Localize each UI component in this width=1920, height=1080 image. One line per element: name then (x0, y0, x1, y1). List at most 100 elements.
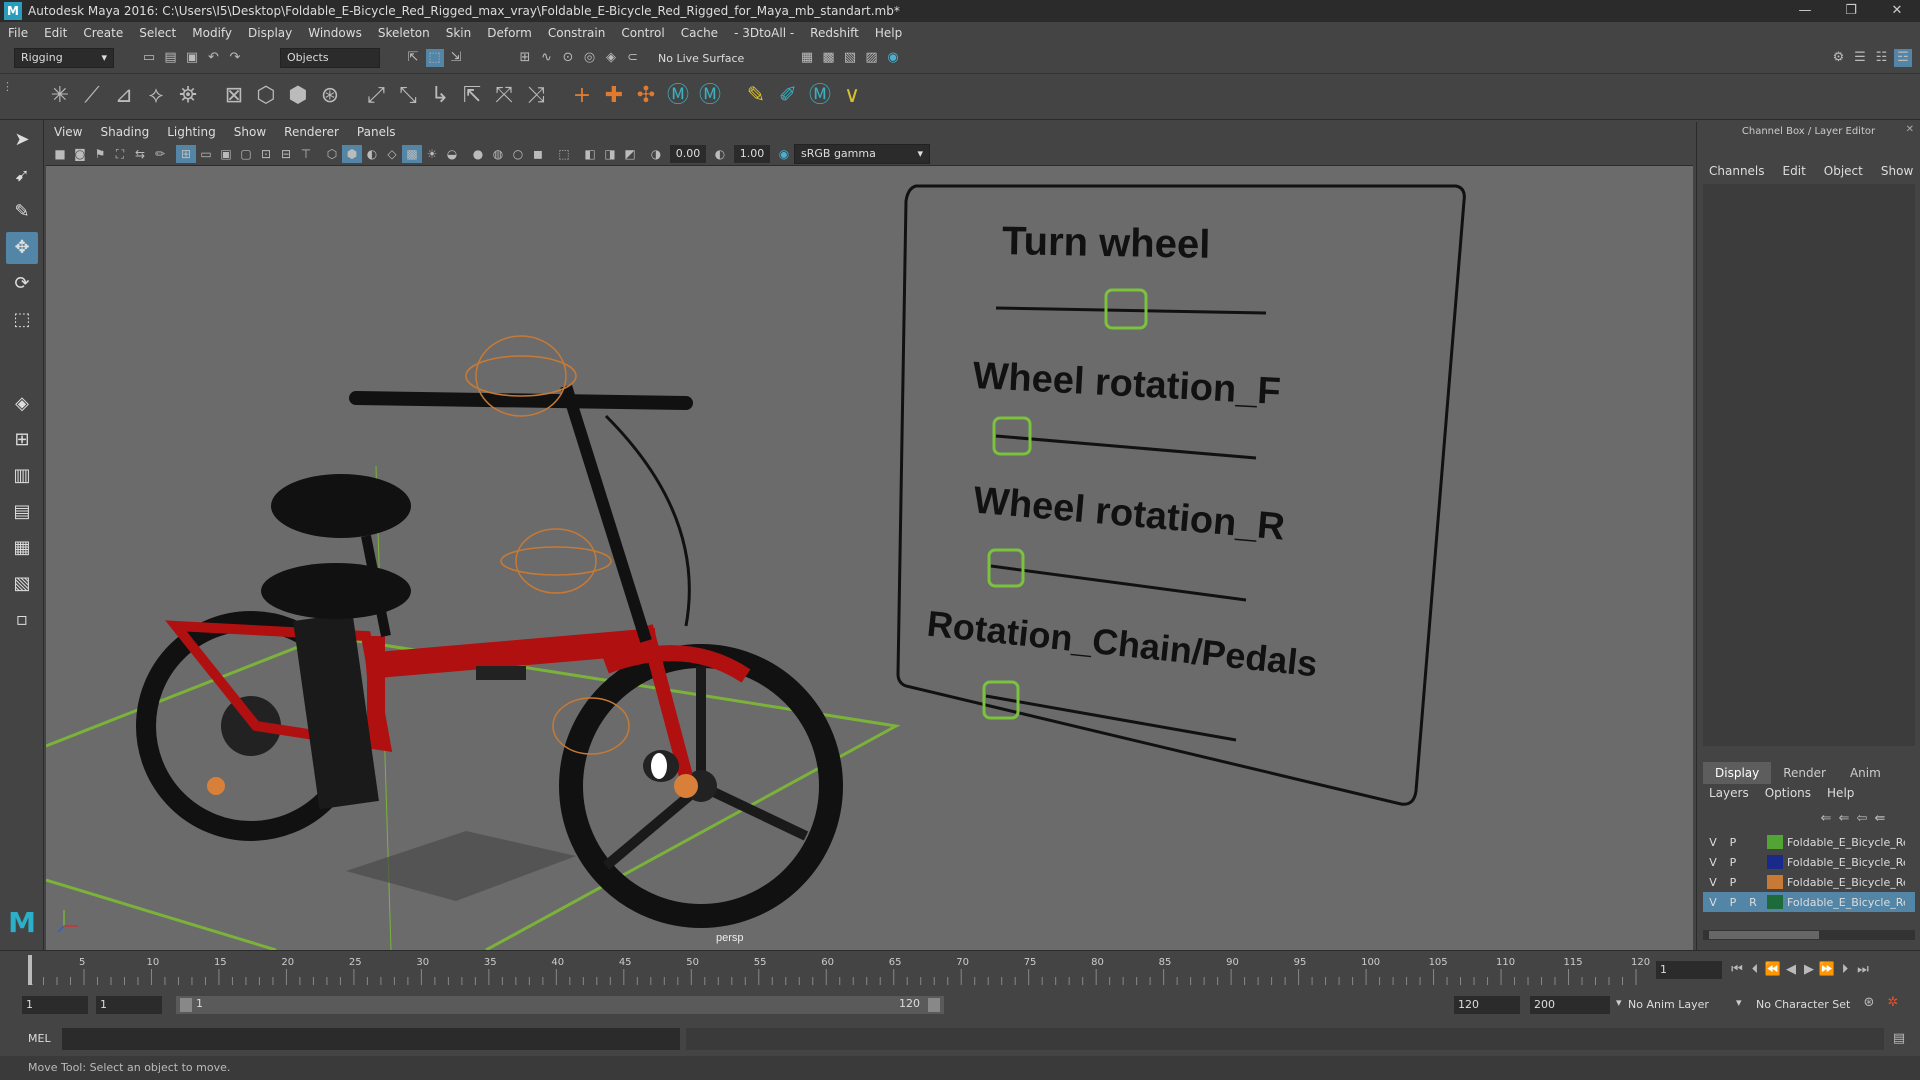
field-chart-icon[interactable]: ⊡ (256, 145, 276, 163)
maya-m3-icon[interactable]: Ⓜ (804, 80, 836, 112)
menu-file[interactable]: File (8, 26, 28, 40)
menu-create[interactable]: Create (83, 26, 123, 40)
paint-weights-icon[interactable]: ✎ (740, 80, 772, 112)
shadows-icon[interactable]: ◒ (442, 145, 462, 163)
time-slider[interactable]: 1510152025303540455055606570758085909510… (0, 950, 1920, 990)
scene-start-field[interactable]: 1 (22, 996, 88, 1014)
undo-icon[interactable]: ↶ (205, 49, 223, 67)
2d-pan-icon[interactable]: ⇆ (130, 145, 150, 163)
camera-attributes-icon[interactable]: ◙ (70, 145, 90, 163)
minimize-button[interactable]: — (1782, 0, 1828, 22)
step-back-frame-icon[interactable]: ⏴ (1746, 961, 1764, 979)
locator-icon[interactable]: + (566, 80, 598, 112)
layer-row[interactable]: V P Foldable_E_Bicycle_Red (1703, 872, 1915, 892)
paint-select-icon[interactable]: ✎ (6, 196, 38, 228)
menu-3dtoall[interactable]: - 3DtoAll - (734, 26, 794, 40)
pole-vector-icon[interactable]: ⤨ (520, 80, 552, 112)
tool-settings-icon[interactable]: ☷ (1873, 49, 1891, 67)
character-set-dropdown-icon[interactable]: ▾ (1736, 996, 1742, 1009)
ik-spline-icon[interactable]: ⟡ (140, 80, 172, 112)
channel-box-icon[interactable]: ☲ (1894, 49, 1912, 67)
exposure-field[interactable]: 0.00 (670, 144, 706, 163)
lattice-icon[interactable]: ⬢ (282, 80, 314, 112)
select-tool-icon[interactable]: ➤ (6, 124, 38, 156)
layer-scroll-thumb[interactable] (1709, 931, 1819, 939)
playback-end-field[interactable]: 120 (1454, 996, 1520, 1014)
select-hierarchy-icon[interactable]: ⇱ (404, 49, 422, 67)
layer-row[interactable]: V P Foldable_E_Bicycle_Red (1703, 832, 1915, 852)
hik-icon[interactable]: ⛯ (172, 80, 204, 112)
move-layer-down-icon[interactable]: ⇐ (1835, 810, 1853, 828)
playback-start-field[interactable]: 1 (96, 996, 162, 1014)
play-forward-icon[interactable]: ▶ (1800, 961, 1818, 979)
select-object-icon[interactable]: ⬚ (425, 49, 444, 67)
persp-graph-icon[interactable]: ▤ (6, 496, 38, 528)
bookmark-icon[interactable]: ⚑ (90, 145, 110, 163)
image-plane-icon[interactable]: ⛶ (110, 145, 130, 163)
maya-m2-icon[interactable]: Ⓜ (694, 80, 726, 112)
panel-close-icon[interactable]: ✕ (1906, 124, 1914, 135)
range-end-handle[interactable] (928, 998, 940, 1012)
use-all-lights-icon[interactable]: ☀ (422, 145, 442, 163)
move-tool-icon[interactable]: ✥ (6, 232, 38, 264)
restore-button[interactable]: ❐ (1828, 0, 1874, 22)
new-scene-icon[interactable]: ▭ (140, 49, 158, 67)
attribute-editor-icon[interactable]: ☰ (1851, 49, 1869, 67)
smooth-shade-icon[interactable]: ⬢ (342, 144, 362, 163)
anim-layer-label[interactable]: No Anim Layer (1628, 998, 1709, 1011)
layer-playback-toggle[interactable]: P (1723, 836, 1743, 849)
channel-menu-edit[interactable]: Edit (1783, 164, 1806, 178)
character-set-label[interactable]: No Character Set (1756, 998, 1850, 1011)
grease-pencil-icon[interactable]: ✏ (150, 145, 170, 163)
menu-modify[interactable]: Modify (192, 26, 232, 40)
depth-of-field-icon[interactable]: ◼ (528, 145, 548, 163)
menu-edit[interactable]: Edit (44, 26, 67, 40)
layer-color-swatch[interactable] (1767, 875, 1783, 889)
scale-tool-icon[interactable]: ⬚ (6, 304, 38, 336)
scale-constraint-icon[interactable]: ⇱ (456, 80, 488, 112)
isolate-select-icon[interactable]: ⬚ (554, 145, 574, 163)
tab-display[interactable]: Display (1703, 762, 1772, 784)
range-start-handle[interactable] (180, 998, 192, 1012)
layout-more-icon[interactable]: ▫ (6, 604, 38, 636)
layer-menu-options[interactable]: Options (1765, 786, 1811, 800)
menu-display[interactable]: Display (248, 26, 292, 40)
snap-view-icon[interactable]: ◎ (581, 49, 599, 67)
tab-anim[interactable]: Anim (1838, 762, 1893, 784)
viewport-menu-renderer[interactable]: Renderer (284, 125, 339, 139)
script-editor-icon[interactable]: ▤ (1890, 1030, 1908, 1048)
layer-row[interactable]: V P R Foldable_E_Bicycle_Red (1703, 892, 1915, 912)
persp-outliner-icon[interactable]: ▥ (6, 460, 38, 492)
close-button[interactable]: ✕ (1874, 0, 1920, 22)
menu-constrain[interactable]: Constrain (548, 26, 606, 40)
viewport-menu-show[interactable]: Show (234, 125, 266, 139)
step-forward-frame-icon[interactable]: ⏵ (1836, 961, 1854, 979)
ambient-occlusion-icon[interactable]: ● (468, 145, 488, 163)
layer-name[interactable]: Foldable_E_Bicycle_Red (1787, 836, 1905, 849)
move-layer-up-icon[interactable]: ⇐ (1817, 810, 1835, 828)
parent-constraint-icon[interactable]: ⤧ (488, 80, 520, 112)
snap-surface-icon[interactable]: ◈ (602, 49, 620, 67)
layer-name[interactable]: Foldable_E_Bicycle_Red (1787, 876, 1905, 889)
persp-uv-icon[interactable]: ▧ (6, 568, 38, 600)
layer-menu-layers[interactable]: Layers (1709, 786, 1749, 800)
snap-curve-icon[interactable]: ∿ (538, 49, 556, 67)
ik-fk-icon[interactable]: ✣ (630, 80, 662, 112)
channel-menu-channels[interactable]: Channels (1709, 164, 1765, 178)
menu-redshift[interactable]: Redshift (810, 26, 859, 40)
layer-color-swatch[interactable] (1767, 835, 1783, 849)
anim-prefs-icon[interactable]: ✲ (1884, 994, 1902, 1012)
channel-menu-show[interactable]: Show (1881, 164, 1913, 178)
motion-blur-icon[interactable]: ◍ (488, 145, 508, 163)
layer-visibility-toggle[interactable]: V (1703, 856, 1723, 869)
layer-playback-toggle[interactable]: P (1723, 896, 1743, 909)
paint-skin-icon[interactable]: ✐ (772, 80, 804, 112)
insert-joint-icon[interactable]: ⟋ (76, 80, 108, 112)
resolution-gate-icon[interactable]: ▣ (216, 145, 236, 163)
select-component-icon[interactable]: ⇲ (447, 49, 465, 67)
go-to-end-icon[interactable]: ⏭ (1854, 961, 1872, 979)
gamma-field[interactable]: 1.00 (734, 144, 770, 163)
layer-color-swatch[interactable] (1767, 855, 1783, 869)
lasso-tool-icon[interactable]: ➹ (6, 160, 38, 192)
new-empty-layer-icon[interactable]: ⇦ (1853, 810, 1871, 828)
